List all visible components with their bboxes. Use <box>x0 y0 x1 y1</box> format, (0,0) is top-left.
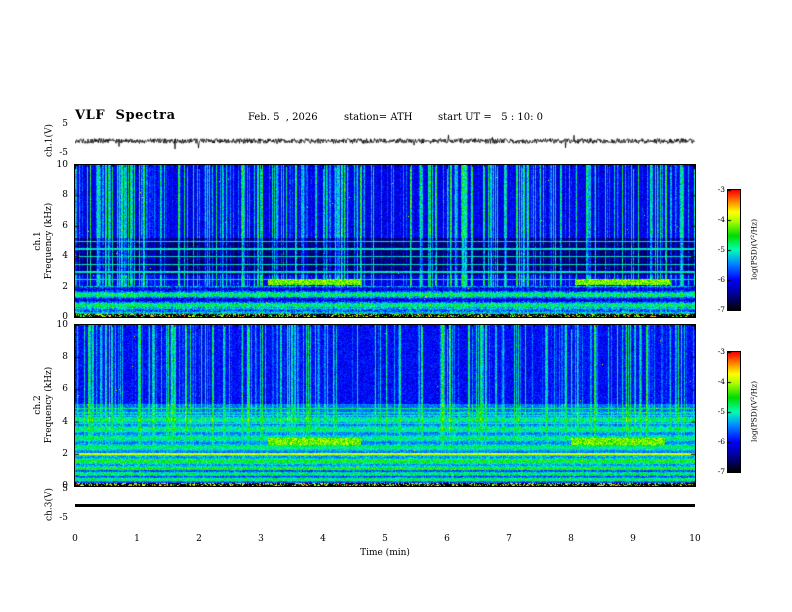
ch1-ymin-label: -5 <box>59 148 68 158</box>
x-tick-label: 7 <box>506 534 512 544</box>
colorbar-tick-label: -7 <box>717 305 725 314</box>
colorbar-tick-label: -4 <box>717 377 725 386</box>
colorbar-tick-label: -5 <box>717 407 725 416</box>
ch1-label-line: ch.1 <box>33 231 43 251</box>
ch3-flatline-trace <box>75 504 695 507</box>
colorbar-tick-label: -3 <box>717 347 725 356</box>
ch1-spectrogram-canvas <box>74 164 696 318</box>
date-label: Feb. 5 , 2026 <box>248 112 318 123</box>
freq-tick-label: 4 <box>62 416 68 427</box>
ch2-frequency-axis-label: ch.2 Frequency (kHz) <box>33 325 55 485</box>
x-tick-label: 1 <box>134 534 140 544</box>
colorbar-tick-label: -6 <box>717 437 725 446</box>
freq-tick-label: 10 <box>56 160 68 170</box>
colorbar1-label: log(PSD)(V²/Hz) <box>749 218 759 281</box>
x-tick-label: 6 <box>444 534 450 544</box>
colorbar-tick-label: -7 <box>717 467 725 476</box>
colorbar-ch2 <box>727 351 741 473</box>
x-tick-label: 3 <box>258 534 264 544</box>
x-tick-label: 8 <box>568 534 574 544</box>
x-tick-label: 4 <box>320 534 326 544</box>
vlf-spectra-figure: VLF Spectra Feb. 5 , 2026 station= ATH s… <box>0 0 792 612</box>
x-tick-label: 10 <box>689 534 701 544</box>
colorbar2-label: log(PSD)(V²/Hz) <box>749 380 759 443</box>
freq-tick-label: 8 <box>62 190 68 201</box>
ch3-ymin-label: -5 <box>59 513 68 523</box>
freq-tick-label: 2 <box>62 281 68 292</box>
freq-tick-label: 2 <box>62 448 68 459</box>
freq-tick-label: 4 <box>62 251 68 262</box>
time-axis-label: Time (min) <box>360 548 410 558</box>
figure-title: VLF Spectra <box>75 108 176 123</box>
colorbar-tick-label: -5 <box>717 245 725 254</box>
freq-tick-label: 6 <box>62 384 68 395</box>
x-tick-label: 9 <box>630 534 636 544</box>
ch2-spectrogram-canvas <box>74 324 696 487</box>
x-tick-label: 0 <box>72 534 78 544</box>
colorbar-tick-label: -4 <box>717 215 725 224</box>
colorbar-tick-label: -3 <box>717 185 725 194</box>
freq-tick-label: 10 <box>56 320 68 330</box>
freq-tick-label: 6 <box>62 220 68 231</box>
start-ut-label: start UT = 5 : 10: 0 <box>438 112 544 123</box>
colorbar-tick-label: -6 <box>717 275 725 284</box>
frequency-unit-label: Frequency (kHz) <box>44 366 54 444</box>
station-label: station= ATH <box>344 112 413 123</box>
ch2-label-line: ch.2 <box>33 395 43 415</box>
frequency-unit-label: Frequency (kHz) <box>44 202 54 280</box>
ch1-frequency-axis-label: ch.1 Frequency (kHz) <box>33 161 55 321</box>
ch1-waveform-canvas <box>75 124 695 158</box>
freq-tick-label: 8 <box>62 352 68 363</box>
x-tick-label: 2 <box>196 534 202 544</box>
x-tick-label: 5 <box>382 534 388 544</box>
colorbar-ch1 <box>727 189 741 311</box>
ch1-ymax-label: 5 <box>62 119 68 129</box>
freq-tick-label: 0 <box>62 481 68 491</box>
